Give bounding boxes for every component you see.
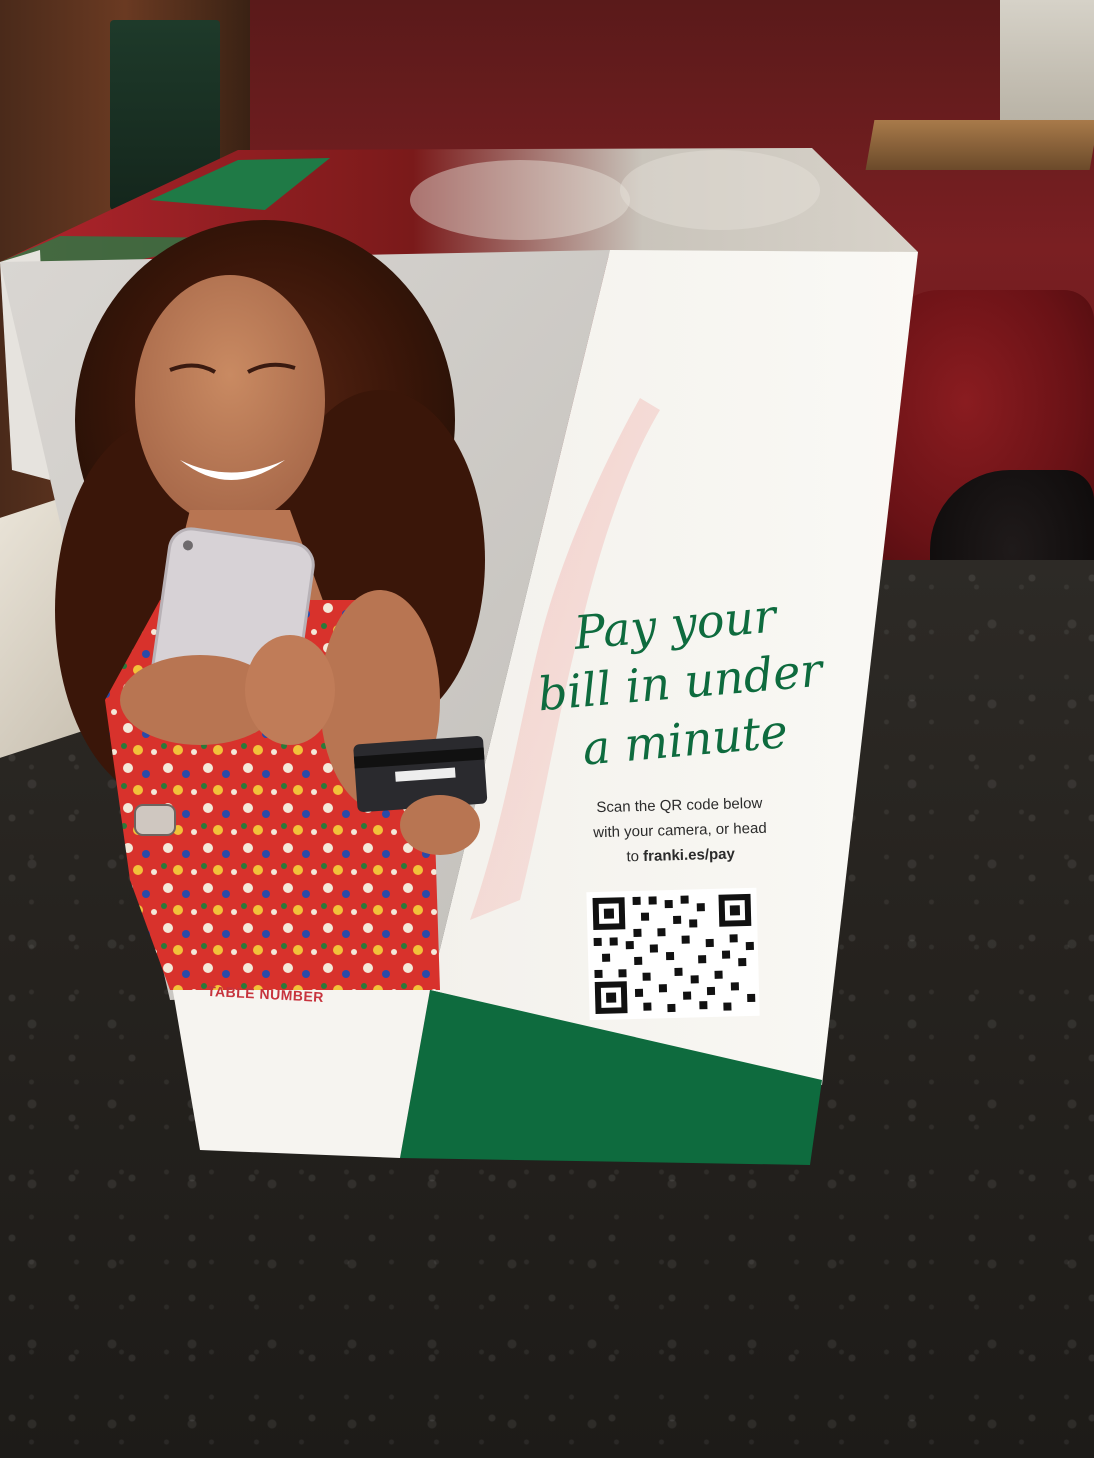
pay-url: franki.es/pay (642, 845, 736, 865)
instructions-prefix: to (626, 847, 644, 866)
qr-code (586, 887, 760, 1021)
woman-face (135, 275, 325, 525)
promo-headline: Pay your bill in under a minute (523, 582, 837, 781)
promo-instructions: Scan the QR code below with your camera,… (539, 789, 821, 871)
photo-scene: Pay your bill in under a minute Scan the… (0, 0, 1094, 1458)
